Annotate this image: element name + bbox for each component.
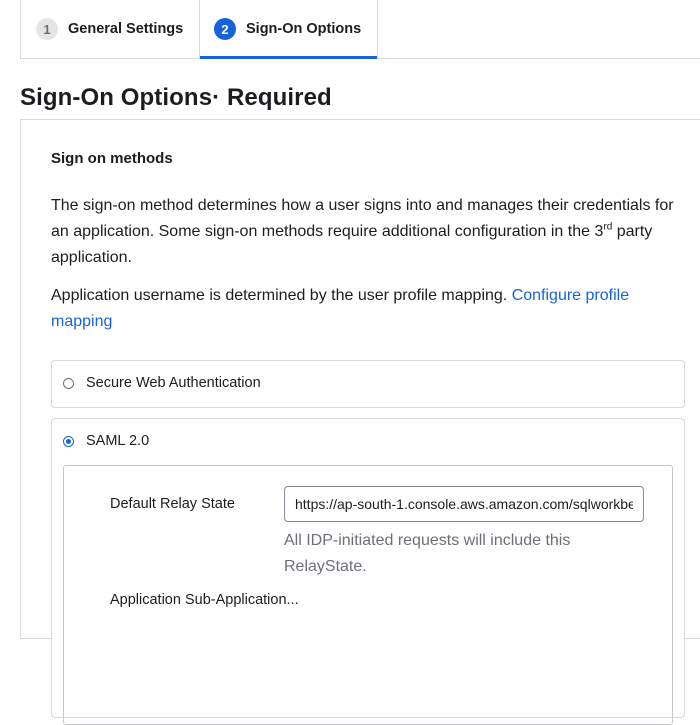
profile-mapping-note: Application username is determined by th… [51, 283, 681, 335]
next-setting-row: Application Sub-Application... [110, 592, 299, 608]
tab-general-settings[interactable]: 1 General Settings [21, 0, 200, 58]
option-row[interactable]: Secure Web Authentication [63, 375, 261, 391]
tab-label: General Settings [68, 21, 184, 37]
description-text: The sign-on method determines how a user… [51, 197, 674, 240]
wizard-tabs: 1 General Settings 2 Sign-On Options [20, 0, 700, 59]
step-number-badge: 2 [214, 18, 236, 40]
sign-on-description: The sign-on method determines how a user… [51, 193, 681, 271]
relay-state-label: Default Relay State [110, 496, 235, 512]
radio-swa[interactable] [63, 377, 74, 389]
saml-settings-box: Default Relay State All IDP-initiated re… [63, 465, 673, 725]
option-label: SAML 2.0 [86, 433, 150, 449]
description-superscript: rd [603, 221, 613, 233]
tab-label: Sign-On Options [246, 21, 362, 37]
option-card-swa[interactable]: Secure Web Authentication [51, 360, 685, 408]
option-row[interactable]: SAML 2.0 [63, 433, 149, 449]
relay-state-input[interactable] [284, 486, 644, 522]
option-card-saml[interactable]: SAML 2.0 Default Relay State All IDP-ini… [51, 418, 685, 725]
section-title: Sign on methods [51, 150, 173, 167]
radio-saml[interactable] [63, 435, 74, 447]
page-title: Sign-On Options· Required [20, 84, 332, 111]
sign-on-panel: Sign on methods The sign-on method deter… [20, 119, 700, 725]
relay-state-help: All IDP-initiated requests will include … [284, 532, 571, 575]
tab-sign-on-options[interactable]: 2 Sign-On Options [200, 0, 378, 59]
option-label: Secure Web Authentication [86, 375, 261, 391]
step-number-badge: 1 [36, 18, 58, 40]
mapping-text: Application username is determined by th… [51, 287, 512, 304]
